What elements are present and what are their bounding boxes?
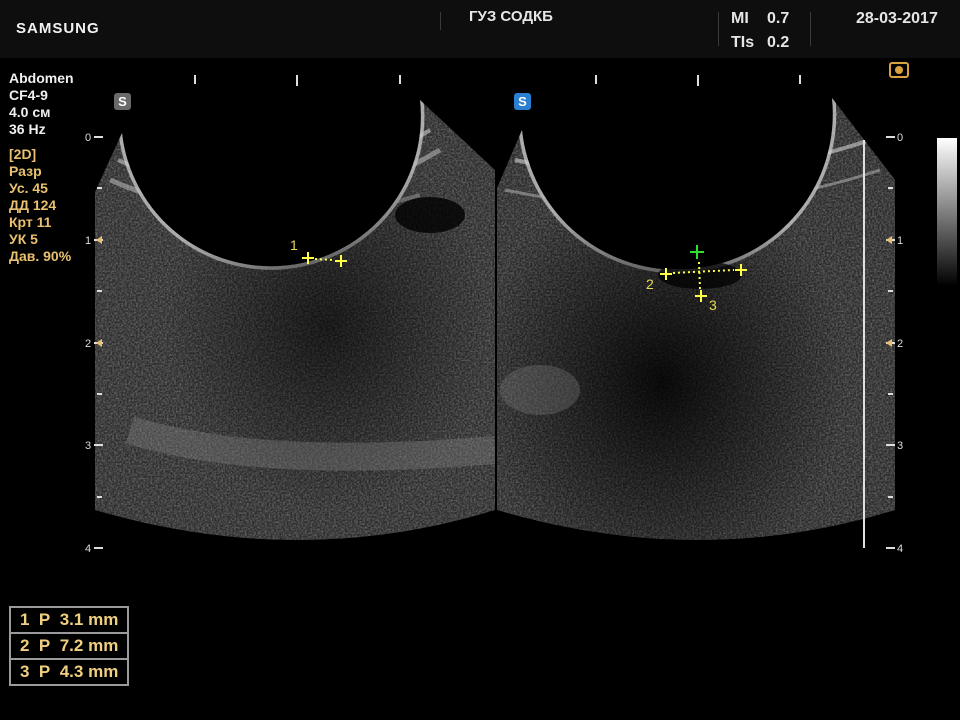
measurement-value: 3.1 mm [59,610,119,629]
measurement-cell: 2 P 7.2 mm [8,632,130,660]
measurement-num: 2 [20,636,30,655]
measurement-cell: 1 P 3.1 mm [8,606,130,634]
caliper-label-1: 1 [290,237,298,253]
measurement-value: 4.3 mm [59,662,119,681]
depth-tick-2: 2 [85,338,91,350]
measurement-type: P [38,636,51,655]
depth-tick-1: 1 [85,235,91,247]
measurement-row[interactable]: 1 P 3.1 mm [8,606,130,634]
depth-tick-1: 1 [897,235,903,247]
grayscale-bar [937,138,957,286]
measurement-cell: 3 P 4.3 mm [8,658,130,686]
measurement-value: 7.2 mm [59,636,119,655]
depth-tick-4: 4 [897,543,903,555]
depth-tick-4: 4 [85,543,91,555]
depth-tick-2: 2 [897,338,903,350]
left-ultrasound-frame [95,100,495,540]
caliper-label-2: 2 [646,276,654,292]
measurement-num: 3 [20,662,30,681]
measurement-row[interactable]: 2 P 7.2 mm [8,632,130,660]
caliper-label-3: 3 [709,297,717,313]
measurement-type: P [38,610,51,629]
lateral-scale [194,75,801,86]
depth-tick-0: 0 [85,132,91,144]
measurement-table: 1 P 3.1 mm 2 P 7.2 mm 3 P 4.3 mm [8,606,130,686]
depth-tick-0: 0 [897,132,903,144]
camera-icon[interactable] [889,62,909,78]
depth-tick-3: 3 [897,440,903,452]
left-image-badge[interactable]: S [114,93,131,110]
active-caliper[interactable] [690,245,704,259]
depth-tick-3: 3 [85,440,91,452]
measurement-type: P [38,662,51,681]
measurement-row[interactable]: 3 P 4.3 mm [8,658,130,686]
ultrasound-images: 0 1 2 3 4 0 1 2 3 4 1 2 3 [85,75,903,555]
right-image-badge[interactable]: S [514,93,531,110]
measurement-num: 1 [20,610,30,629]
right-ultrasound-frame [497,98,895,540]
